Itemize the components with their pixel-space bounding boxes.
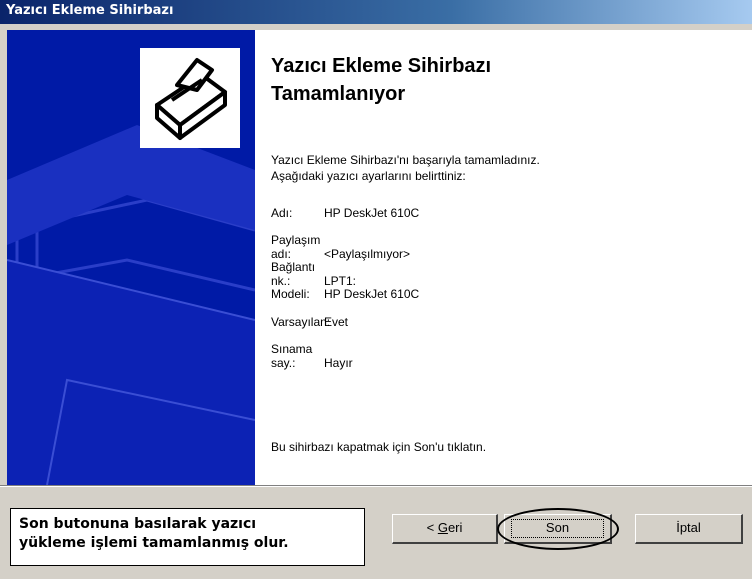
finish-instruction: Bu sihirbazı kapatmak için Son'u tıklatı… bbox=[271, 440, 487, 454]
annotation-callout: Son butonuna basılarak yazıcı yükleme iş… bbox=[10, 508, 365, 566]
setting-key: Varsayılan: bbox=[271, 315, 331, 329]
cancel-button-label: İptal bbox=[676, 520, 701, 535]
title-bar[interactable]: Yazıcı Ekleme Sihirbazı bbox=[0, 0, 752, 24]
banner-printer-illustration bbox=[7, 48, 255, 485]
setting-value: HP DeskJet 610C bbox=[324, 206, 420, 220]
back-button-prefix: < bbox=[426, 520, 438, 535]
back-button-accel: G bbox=[437, 520, 448, 535]
intro-text-line1: Yazıcı Ekleme Sihirbazı'nı başarıyla tam… bbox=[271, 153, 540, 167]
annotation-line1: Son butonuna basılarak yazıcı bbox=[19, 516, 257, 532]
setting-value: HP DeskJet 610C bbox=[324, 287, 420, 301]
wizard-content: Yazıcı Ekleme Sihirbazı Tamamlanıyor Yaz… bbox=[255, 30, 752, 485]
setting-key: Bağlantı nk.: bbox=[271, 260, 316, 288]
cancel-button[interactable]: İptal bbox=[635, 514, 743, 544]
setting-row: Varsayılan:Evet bbox=[271, 315, 348, 329]
back-button-label: eri bbox=[447, 520, 463, 535]
separator bbox=[0, 485, 752, 487]
page-title: Yazıcı Ekleme Sihirbazı Tamamlanıyor bbox=[271, 55, 492, 105]
setting-key: Modeli: bbox=[271, 287, 310, 301]
setting-row: Adı: HP DeskJet 610C bbox=[271, 206, 419, 220]
setting-key: Adı: bbox=[271, 206, 293, 220]
intro-text-line2: Aşağıdaki yazıcı ayarlarını belirttiniz: bbox=[271, 169, 466, 183]
highlight-ellipse bbox=[497, 508, 619, 550]
setting-key: Sınama say.: bbox=[271, 342, 313, 370]
setting-row: Modeli: HP DeskJet 610C bbox=[271, 287, 419, 301]
back-button[interactable]: < Geri bbox=[392, 514, 498, 544]
window-title: Yazıcı Ekleme Sihirbazı bbox=[6, 3, 174, 18]
setting-value: LPT1: bbox=[324, 274, 357, 288]
setting-key: Paylaşım adı: bbox=[271, 233, 321, 261]
setting-value: <Paylaşılmıyor> bbox=[324, 247, 411, 261]
annotation-line2: yükleme işlemi tamamlanmış olur. bbox=[19, 535, 289, 551]
setting-row: Bağlantı nk.: LPT1: bbox=[271, 260, 356, 288]
setting-value: Evet bbox=[324, 315, 349, 329]
setting-row: Paylaşım adı: <Paylaşılmıyor> bbox=[271, 233, 410, 261]
setting-row: Sınama say.: Hayır bbox=[271, 342, 353, 370]
setting-value: Hayır bbox=[324, 356, 353, 370]
wizard-banner bbox=[7, 30, 255, 485]
